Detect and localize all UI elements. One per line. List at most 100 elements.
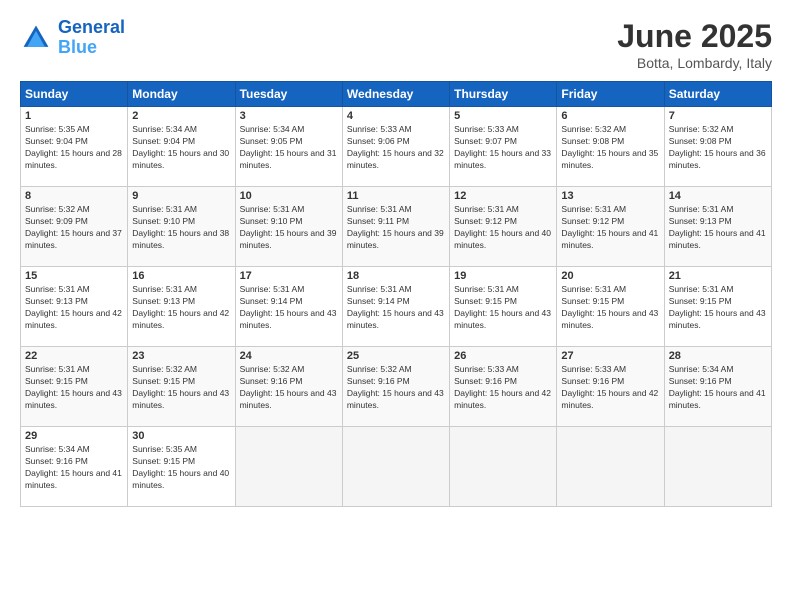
calendar-row: 29 Sunrise: 5:34 AMSunset: 9:16 PMDaylig… (21, 427, 772, 507)
col-saturday: Saturday (664, 82, 771, 107)
col-monday: Monday (128, 82, 235, 107)
calendar-cell: 27 Sunrise: 5:33 AMSunset: 9:16 PMDaylig… (557, 347, 664, 427)
calendar-cell: 12 Sunrise: 5:31 AMSunset: 9:12 PMDaylig… (450, 187, 557, 267)
day-number: 23 (132, 350, 230, 362)
day-info: Sunrise: 5:34 AMSunset: 9:05 PMDaylight:… (240, 124, 338, 172)
calendar-cell (342, 427, 449, 507)
day-info: Sunrise: 5:32 AMSunset: 9:08 PMDaylight:… (561, 124, 659, 172)
day-number: 8 (25, 190, 123, 202)
calendar-subtitle: Botta, Lombardy, Italy (617, 55, 772, 71)
calendar-cell: 4 Sunrise: 5:33 AMSunset: 9:06 PMDayligh… (342, 107, 449, 187)
header-row: Sunday Monday Tuesday Wednesday Thursday… (21, 82, 772, 107)
calendar-cell: 3 Sunrise: 5:34 AMSunset: 9:05 PMDayligh… (235, 107, 342, 187)
day-info: Sunrise: 5:31 AMSunset: 9:11 PMDaylight:… (347, 204, 445, 252)
calendar-cell: 8 Sunrise: 5:32 AMSunset: 9:09 PMDayligh… (21, 187, 128, 267)
day-info: Sunrise: 5:34 AMSunset: 9:16 PMDaylight:… (25, 444, 123, 492)
calendar-table: Sunday Monday Tuesday Wednesday Thursday… (20, 81, 772, 507)
col-tuesday: Tuesday (235, 82, 342, 107)
day-info: Sunrise: 5:34 AMSunset: 9:04 PMDaylight:… (132, 124, 230, 172)
day-number: 16 (132, 270, 230, 282)
day-info: Sunrise: 5:33 AMSunset: 9:07 PMDaylight:… (454, 124, 552, 172)
calendar-cell: 23 Sunrise: 5:32 AMSunset: 9:15 PMDaylig… (128, 347, 235, 427)
day-number: 5 (454, 110, 552, 122)
day-number: 27 (561, 350, 659, 362)
calendar-cell: 2 Sunrise: 5:34 AMSunset: 9:04 PMDayligh… (128, 107, 235, 187)
logo-text: General Blue (58, 18, 125, 58)
calendar-row: 8 Sunrise: 5:32 AMSunset: 9:09 PMDayligh… (21, 187, 772, 267)
calendar-cell: 29 Sunrise: 5:34 AMSunset: 9:16 PMDaylig… (21, 427, 128, 507)
calendar-row: 15 Sunrise: 5:31 AMSunset: 9:13 PMDaylig… (21, 267, 772, 347)
day-number: 2 (132, 110, 230, 122)
day-number: 3 (240, 110, 338, 122)
calendar-cell: 5 Sunrise: 5:33 AMSunset: 9:07 PMDayligh… (450, 107, 557, 187)
day-number: 6 (561, 110, 659, 122)
calendar-page: General Blue June 2025 Botta, Lombardy, … (0, 0, 792, 612)
day-info: Sunrise: 5:32 AMSunset: 9:16 PMDaylight:… (240, 364, 338, 412)
day-number: 22 (25, 350, 123, 362)
day-info: Sunrise: 5:33 AMSunset: 9:16 PMDaylight:… (561, 364, 659, 412)
day-info: Sunrise: 5:31 AMSunset: 9:10 PMDaylight:… (132, 204, 230, 252)
day-number: 17 (240, 270, 338, 282)
day-info: Sunrise: 5:31 AMSunset: 9:15 PMDaylight:… (454, 284, 552, 332)
calendar-cell: 17 Sunrise: 5:31 AMSunset: 9:14 PMDaylig… (235, 267, 342, 347)
calendar-cell (557, 427, 664, 507)
calendar-cell: 28 Sunrise: 5:34 AMSunset: 9:16 PMDaylig… (664, 347, 771, 427)
calendar-cell: 25 Sunrise: 5:32 AMSunset: 9:16 PMDaylig… (342, 347, 449, 427)
day-info: Sunrise: 5:33 AMSunset: 9:06 PMDaylight:… (347, 124, 445, 172)
day-info: Sunrise: 5:32 AMSunset: 9:15 PMDaylight:… (132, 364, 230, 412)
day-number: 11 (347, 190, 445, 202)
calendar-row: 1 Sunrise: 5:35 AMSunset: 9:04 PMDayligh… (21, 107, 772, 187)
day-number: 13 (561, 190, 659, 202)
col-thursday: Thursday (450, 82, 557, 107)
calendar-cell: 16 Sunrise: 5:31 AMSunset: 9:13 PMDaylig… (128, 267, 235, 347)
day-info: Sunrise: 5:35 AMSunset: 9:04 PMDaylight:… (25, 124, 123, 172)
calendar-cell: 10 Sunrise: 5:31 AMSunset: 9:10 PMDaylig… (235, 187, 342, 267)
calendar-title: June 2025 (617, 18, 772, 55)
day-info: Sunrise: 5:31 AMSunset: 9:15 PMDaylight:… (25, 364, 123, 412)
day-info: Sunrise: 5:31 AMSunset: 9:13 PMDaylight:… (132, 284, 230, 332)
day-number: 25 (347, 350, 445, 362)
col-sunday: Sunday (21, 82, 128, 107)
calendar-cell: 22 Sunrise: 5:31 AMSunset: 9:15 PMDaylig… (21, 347, 128, 427)
day-number: 9 (132, 190, 230, 202)
day-number: 20 (561, 270, 659, 282)
col-friday: Friday (557, 82, 664, 107)
calendar-cell: 1 Sunrise: 5:35 AMSunset: 9:04 PMDayligh… (21, 107, 128, 187)
calendar-cell: 30 Sunrise: 5:35 AMSunset: 9:15 PMDaylig… (128, 427, 235, 507)
calendar-cell: 26 Sunrise: 5:33 AMSunset: 9:16 PMDaylig… (450, 347, 557, 427)
calendar-cell (235, 427, 342, 507)
calendar-cell: 7 Sunrise: 5:32 AMSunset: 9:08 PMDayligh… (664, 107, 771, 187)
header: General Blue June 2025 Botta, Lombardy, … (20, 18, 772, 71)
day-info: Sunrise: 5:32 AMSunset: 9:08 PMDaylight:… (669, 124, 767, 172)
day-number: 10 (240, 190, 338, 202)
col-wednesday: Wednesday (342, 82, 449, 107)
calendar-cell: 19 Sunrise: 5:31 AMSunset: 9:15 PMDaylig… (450, 267, 557, 347)
calendar-cell (664, 427, 771, 507)
logo-icon (20, 22, 52, 54)
day-number: 4 (347, 110, 445, 122)
day-info: Sunrise: 5:31 AMSunset: 9:15 PMDaylight:… (669, 284, 767, 332)
calendar-cell: 11 Sunrise: 5:31 AMSunset: 9:11 PMDaylig… (342, 187, 449, 267)
day-info: Sunrise: 5:31 AMSunset: 9:14 PMDaylight:… (347, 284, 445, 332)
calendar-cell: 18 Sunrise: 5:31 AMSunset: 9:14 PMDaylig… (342, 267, 449, 347)
day-number: 24 (240, 350, 338, 362)
day-info: Sunrise: 5:35 AMSunset: 9:15 PMDaylight:… (132, 444, 230, 492)
day-info: Sunrise: 5:31 AMSunset: 9:13 PMDaylight:… (25, 284, 123, 332)
day-number: 30 (132, 430, 230, 442)
day-number: 18 (347, 270, 445, 282)
day-info: Sunrise: 5:32 AMSunset: 9:16 PMDaylight:… (347, 364, 445, 412)
day-number: 7 (669, 110, 767, 122)
day-number: 21 (669, 270, 767, 282)
day-info: Sunrise: 5:31 AMSunset: 9:14 PMDaylight:… (240, 284, 338, 332)
day-info: Sunrise: 5:31 AMSunset: 9:10 PMDaylight:… (240, 204, 338, 252)
day-number: 26 (454, 350, 552, 362)
day-number: 1 (25, 110, 123, 122)
day-number: 29 (25, 430, 123, 442)
title-block: June 2025 Botta, Lombardy, Italy (617, 18, 772, 71)
logo: General Blue (20, 18, 125, 58)
day-info: Sunrise: 5:31 AMSunset: 9:12 PMDaylight:… (454, 204, 552, 252)
calendar-cell: 13 Sunrise: 5:31 AMSunset: 9:12 PMDaylig… (557, 187, 664, 267)
day-info: Sunrise: 5:33 AMSunset: 9:16 PMDaylight:… (454, 364, 552, 412)
day-number: 28 (669, 350, 767, 362)
day-info: Sunrise: 5:31 AMSunset: 9:12 PMDaylight:… (561, 204, 659, 252)
